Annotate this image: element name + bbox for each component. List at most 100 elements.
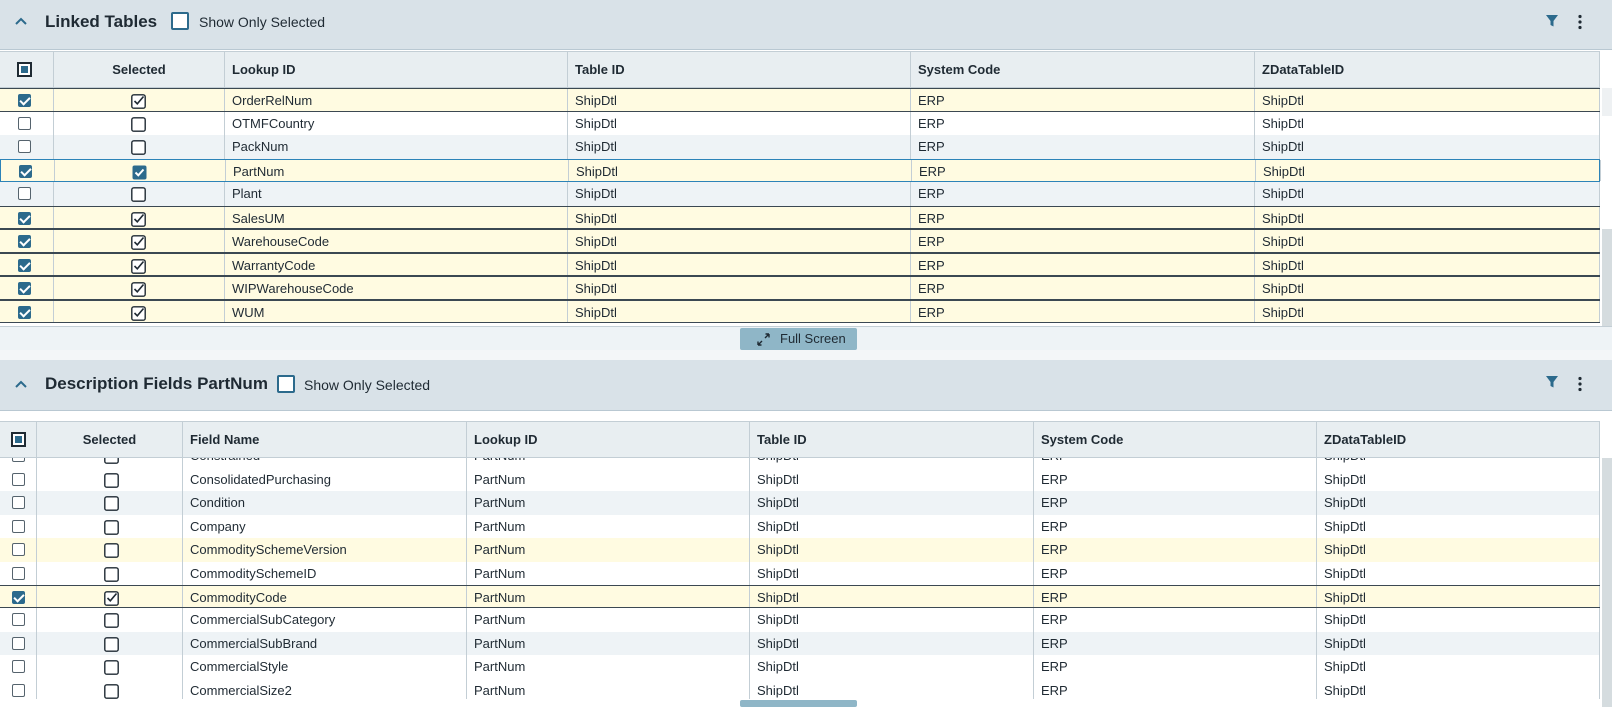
- selected-cell[interactable]: [54, 182, 225, 206]
- table-row[interactable]: Company PartNum ShipDtl ERP ShipDtl: [0, 514, 1600, 539]
- row-check-cell[interactable]: [0, 561, 37, 585]
- selected-cell[interactable]: [54, 111, 225, 135]
- selected-checkbox-icon[interactable]: [131, 234, 146, 250]
- selected-checkbox-icon[interactable]: [131, 211, 146, 227]
- row-check-cell[interactable]: [0, 514, 37, 539]
- column-header-zdatatableid[interactable]: ZDataTableID: [1255, 52, 1600, 88]
- select-all-checkbox[interactable]: [17, 62, 32, 77]
- row-check-cell[interactable]: [0, 277, 54, 299]
- row-check-cell[interactable]: [0, 586, 37, 608]
- show-only-selected-label[interactable]: Show Only Selected: [304, 377, 430, 393]
- selected-cell[interactable]: [37, 655, 183, 679]
- row-check-cell[interactable]: [0, 655, 37, 679]
- header-select-all[interactable]: [0, 422, 37, 458]
- selected-checkbox-icon[interactable]: [131, 258, 146, 274]
- column-header-lookup-id[interactable]: Lookup ID: [225, 52, 568, 88]
- table-row[interactable]: OTMFCountry ShipDtl ERP ShipDtl: [0, 111, 1600, 135]
- selected-cell[interactable]: [54, 277, 225, 299]
- table-row[interactable]: PackNum ShipDtl ERP ShipDtl: [0, 135, 1600, 159]
- header-select-all[interactable]: [0, 52, 54, 88]
- selected-checkbox-icon[interactable]: [132, 164, 147, 179]
- row-check-cell[interactable]: [0, 608, 37, 632]
- table-row[interactable]: WarehouseCode ShipDtl ERP ShipDtl: [0, 229, 1600, 253]
- row-check-cell[interactable]: [0, 468, 37, 492]
- row-checkbox[interactable]: [19, 164, 32, 178]
- selected-checkbox-icon[interactable]: [131, 116, 146, 132]
- more-vertical-icon[interactable]: [1577, 376, 1583, 392]
- row-checkbox[interactable]: [12, 519, 25, 533]
- row-check-cell[interactable]: [0, 300, 54, 322]
- selected-checkbox-icon[interactable]: [104, 519, 119, 535]
- table-row[interactable]: CommercialSubBrand PartNum ShipDtl ERP ShipD…: [0, 631, 1600, 656]
- selected-cell[interactable]: [37, 538, 183, 562]
- vertical-scrollbar-thumb[interactable]: [1602, 229, 1612, 326]
- selected-cell[interactable]: [54, 135, 225, 159]
- selected-checkbox-icon[interactable]: [104, 458, 119, 464]
- row-check-cell[interactable]: [0, 89, 54, 111]
- full-screen-button[interactable]: [740, 700, 857, 707]
- row-checkbox[interactable]: [12, 636, 25, 650]
- selected-cell[interactable]: [54, 300, 225, 322]
- row-checkbox[interactable]: [12, 613, 25, 627]
- table-row[interactable]: Plant ShipDtl ERP ShipDtl: [0, 182, 1600, 206]
- row-check-cell[interactable]: [0, 458, 37, 468]
- table-row[interactable]: CommercialSubCategory PartNum ShipDtl ERP Sh…: [0, 608, 1600, 632]
- selected-cell[interactable]: [54, 89, 225, 111]
- selected-checkbox-icon[interactable]: [104, 636, 119, 652]
- column-header-field-name[interactable]: Field Name: [183, 422, 467, 458]
- row-check-cell[interactable]: [0, 631, 37, 656]
- table-row[interactable]: WarrantyCode ShipDtl ERP ShipDtl: [0, 252, 1600, 276]
- selected-checkbox-icon[interactable]: [131, 186, 146, 202]
- selected-cell[interactable]: [37, 561, 183, 585]
- row-checkbox[interactable]: [18, 282, 31, 295]
- row-checkbox[interactable]: [18, 140, 31, 153]
- chevron-up-icon[interactable]: [14, 377, 28, 391]
- selected-checkbox-icon[interactable]: [131, 305, 146, 321]
- table-row[interactable]: PartNum ShipDtl ERP ShipDtl: [0, 158, 1601, 182]
- row-checkbox[interactable]: [18, 258, 31, 272]
- selected-checkbox-icon[interactable]: [104, 590, 119, 606]
- column-header-selected[interactable]: Selected: [54, 52, 225, 88]
- selected-checkbox-icon[interactable]: [131, 93, 146, 109]
- table-row[interactable]: WIPWarehouseCode ShipDtl ERP ShipDtl: [0, 276, 1600, 300]
- column-header-system-code[interactable]: System Code: [1034, 422, 1317, 458]
- row-checkbox[interactable]: [18, 211, 31, 225]
- row-checkbox[interactable]: [18, 305, 31, 319]
- selected-cell[interactable]: [37, 491, 183, 515]
- row-checkbox[interactable]: [12, 591, 25, 604]
- table-row[interactable]: Condition PartNum ShipDtl ERP ShipDtl: [0, 491, 1600, 515]
- selected-cell[interactable]: [55, 159, 226, 181]
- table-row[interactable]: OrderRelNum ShipDtl ERP ShipDtl: [0, 88, 1600, 112]
- vertical-scrollbar[interactable]: [1602, 88, 1612, 116]
- row-check-cell[interactable]: [0, 206, 54, 228]
- selected-cell[interactable]: [37, 586, 183, 608]
- selected-cell[interactable]: [37, 458, 183, 468]
- more-vertical-icon[interactable]: [1577, 14, 1583, 30]
- row-check-cell[interactable]: [0, 491, 37, 515]
- select-all-checkbox[interactable]: [11, 432, 26, 447]
- selected-cell[interactable]: [54, 206, 225, 228]
- selected-checkbox-icon[interactable]: [104, 612, 119, 629]
- selected-checkbox-icon[interactable]: [104, 472, 119, 488]
- row-checkbox[interactable]: [18, 116, 31, 130]
- row-check-cell[interactable]: [0, 135, 54, 159]
- row-checkbox[interactable]: [18, 187, 31, 200]
- selected-checkbox-icon[interactable]: [131, 139, 146, 155]
- table-row[interactable]: CommoditySchemeID PartNum ShipDtl ERP ShipDt…: [0, 561, 1600, 585]
- selected-cell[interactable]: [37, 468, 183, 492]
- filter-icon[interactable]: [1545, 375, 1559, 389]
- show-only-selected-checkbox[interactable]: [277, 375, 295, 393]
- selected-cell[interactable]: [54, 230, 225, 252]
- row-check-cell[interactable]: [0, 678, 37, 699]
- column-header-zdatatableid[interactable]: ZDataTableID: [1317, 422, 1600, 458]
- row-check-cell[interactable]: [0, 230, 54, 252]
- table-row[interactable]: CommercialSize2 PartNum ShipDtl ERP ShipDtl: [0, 678, 1600, 699]
- column-header-table-id[interactable]: Table ID: [750, 422, 1034, 458]
- show-only-selected-checkbox[interactable]: [171, 12, 189, 30]
- column-header-system-code[interactable]: System Code: [911, 52, 1255, 88]
- selected-checkbox-icon[interactable]: [131, 281, 146, 297]
- table-row[interactable]: WUM ShipDtl ERP ShipDtl: [0, 299, 1600, 323]
- filter-icon[interactable]: [1545, 14, 1559, 28]
- column-header-selected[interactable]: Selected: [37, 422, 183, 458]
- full-screen-button[interactable]: Full Screen: [740, 328, 857, 350]
